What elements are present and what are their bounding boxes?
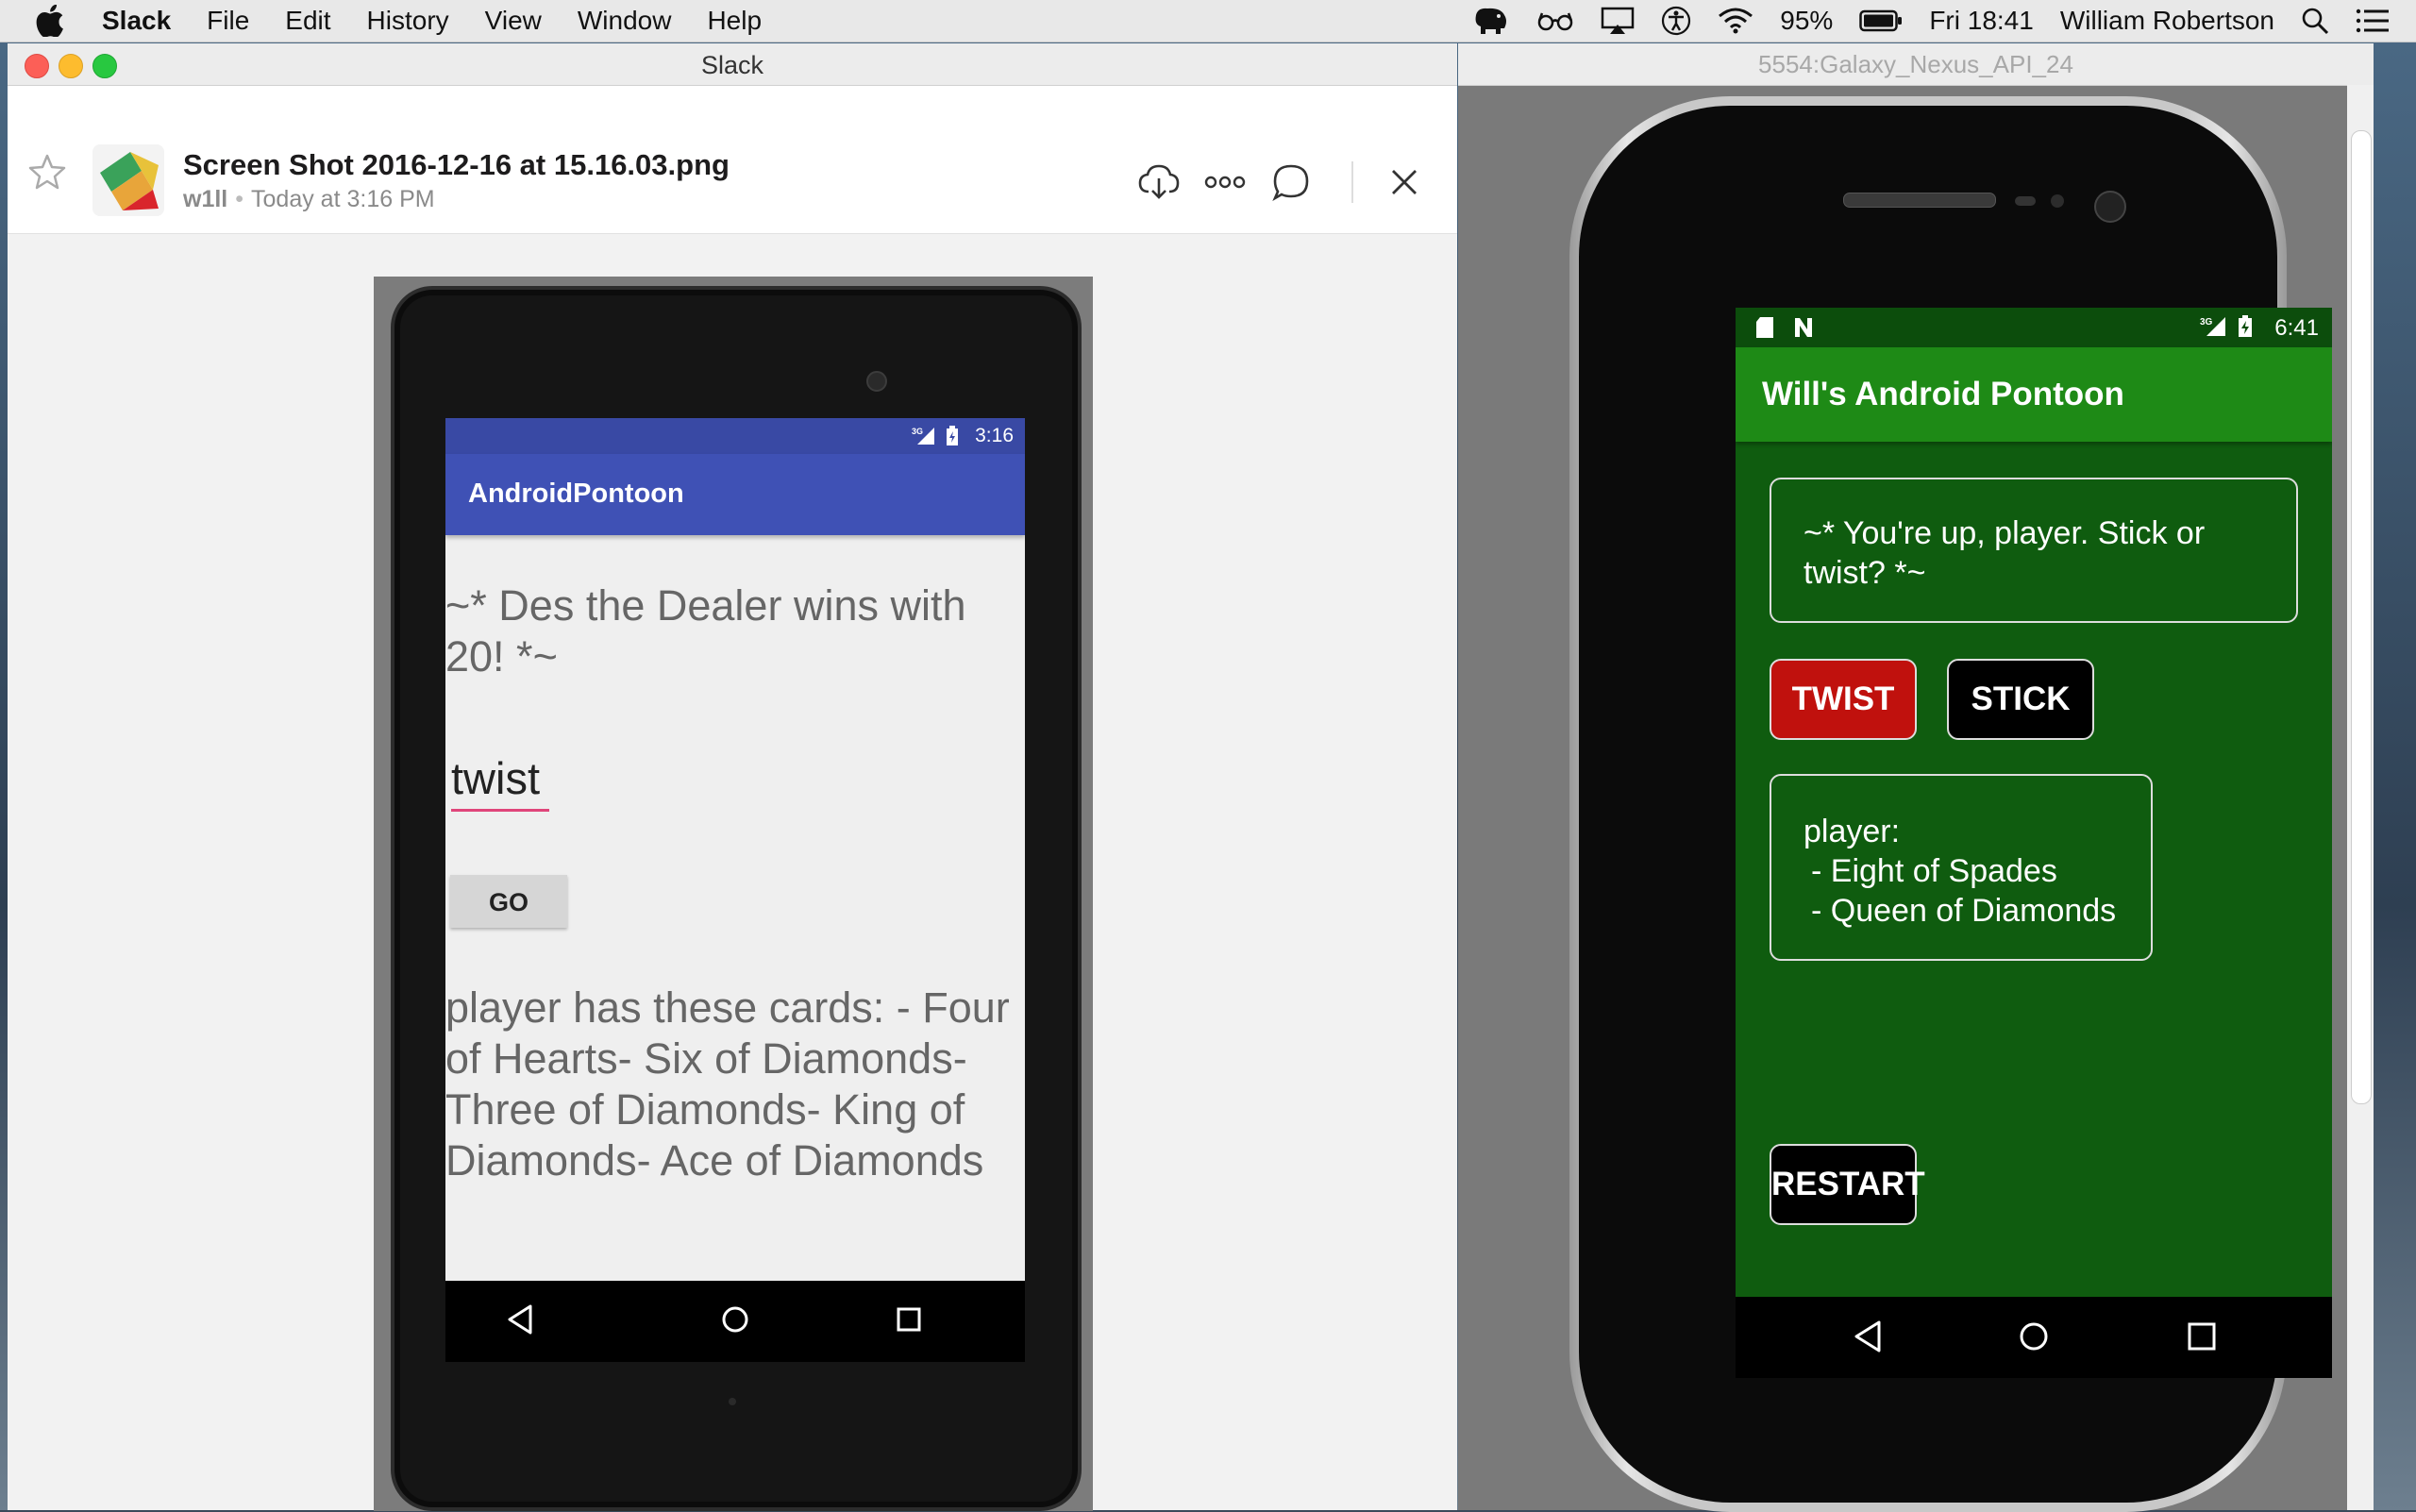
battery-icon[interactable]	[1859, 9, 1903, 32]
app-title: AndroidPontoon	[468, 479, 684, 509]
menu-app-slack[interactable]: Slack	[102, 6, 171, 36]
file-meta: w1ll • Today at 3:16 PM	[183, 186, 435, 213]
hand-player-label: player:	[1804, 814, 1901, 849]
file-thumbnail-icon	[92, 144, 164, 216]
file-name: Screen Shot 2016-12-16 at 15.16.03.png	[183, 148, 730, 181]
recents-icon[interactable]	[2185, 1319, 2219, 1358]
emulator-nav-bar	[1736, 1297, 2332, 1378]
comment-bubble-icon	[1272, 164, 1309, 201]
emulator-status-bar: 3G 6:41	[1736, 308, 2332, 347]
menu-user-name[interactable]: William Robertson	[2060, 6, 2274, 36]
header-divider	[1351, 161, 1353, 203]
menu-file[interactable]: File	[207, 6, 249, 36]
menu-window[interactable]: Window	[578, 6, 672, 36]
glasses-icon[interactable]	[1536, 9, 1574, 32]
spotlight-search-icon[interactable]	[2301, 7, 2329, 35]
more-actions-button[interactable]	[1202, 160, 1248, 205]
back-icon[interactable]	[1853, 1319, 1883, 1358]
player-cards-text: player has these cards: - Four of Hearts…	[445, 983, 1010, 1184]
signal-3g-icon: 3G	[912, 426, 938, 452]
hand-card: - Queen of Diamonds	[1811, 893, 2117, 929]
emulator-status-time: 6:41	[2274, 315, 2319, 341]
home-icon[interactable]	[719, 1303, 751, 1340]
svg-text:3G: 3G	[912, 427, 923, 436]
status-time: 3:16	[975, 425, 1014, 446]
file-timestamp[interactable]: Today at 3:16 PM	[251, 186, 435, 212]
emulator-scrollbar[interactable]	[2347, 85, 2374, 1510]
star-icon[interactable]	[28, 154, 66, 194]
recents-icon[interactable]	[893, 1303, 925, 1340]
svg-text:3G: 3G	[2200, 317, 2213, 328]
front-camera	[866, 371, 887, 392]
signal-3g-icon: 3G	[2200, 315, 2228, 344]
close-preview-button[interactable]	[1382, 160, 1427, 205]
device-mic	[729, 1398, 736, 1405]
file-header: Screen Shot 2016-12-16 at 15.16.03.png w…	[8, 86, 1457, 235]
notification-n-icon	[1792, 316, 1815, 345]
pontoon-app-bar: Will's Android Pontoon	[1736, 347, 2332, 442]
evernote-elephant-icon[interactable]	[1472, 6, 1510, 36]
menu-help[interactable]: Help	[707, 6, 762, 36]
hand-card: - Eight of Spades	[1811, 853, 2057, 889]
back-icon[interactable]	[506, 1303, 534, 1340]
earpiece-speaker	[1843, 193, 1996, 208]
android-status-bar: 3G 3:16	[445, 418, 1025, 454]
more-icon	[1204, 176, 1246, 189]
file-uploader[interactable]: w1ll	[183, 186, 227, 212]
meta-separator: •	[235, 186, 244, 212]
slack-title-bar: Slack	[8, 43, 1457, 86]
galaxy-nexus-device: 3G 6:41 Will's Android Pontoon ~* You're…	[1569, 96, 2332, 1512]
screenshot-image[interactable]: 3G 3:16 AndroidPontoon ~* Des the Dealer…	[374, 277, 1093, 1511]
menu-clock[interactable]: Fri 18:41	[1929, 6, 2034, 36]
menu-view[interactable]: View	[485, 6, 542, 36]
download-button[interactable]	[1136, 160, 1182, 205]
proximity-sensor	[2015, 196, 2036, 206]
slack-window: Slack Screen Shot 2016-12-16 at 15.16.03…	[8, 43, 1457, 1511]
menu-edit[interactable]: Edit	[285, 6, 330, 36]
pontoon-app-title: Will's Android Pontoon	[1762, 376, 2124, 412]
scroll-thumb[interactable]	[2351, 130, 2372, 1104]
apple-icon[interactable]	[36, 5, 74, 37]
home-icon[interactable]	[2017, 1319, 2051, 1358]
menu-history[interactable]: History	[367, 6, 449, 36]
light-sensor	[2051, 194, 2064, 208]
notification-center-icon[interactable]	[2356, 8, 2390, 34]
input-underline	[451, 809, 549, 812]
android-screen: 3G 3:16 AndroidPontoon ~* Des the Dealer…	[445, 418, 1025, 1362]
game-message: ~* Des the Dealer wins with 20! *~	[445, 581, 966, 680]
emulator-window: 5554:Galaxy_Nexus_API_24 3G 6:41 Will's …	[1458, 43, 2374, 1512]
accessibility-icon[interactable]	[1661, 6, 1691, 36]
wifi-icon[interactable]	[1718, 8, 1753, 34]
android-nav-bar	[445, 1281, 1025, 1362]
menu-bar: Slack File Edit History View Window Help…	[0, 0, 2416, 42]
player-hand-box: player: - Eight of Spades - Queen of Dia…	[1770, 774, 2153, 961]
close-icon	[1392, 170, 1417, 194]
emulator-screen: 3G 6:41 Will's Android Pontoon ~* You're…	[1736, 308, 2332, 1297]
restart-button[interactable]: RESTART	[1770, 1144, 1925, 1225]
game-status-box: ~* You're up, player. Stick or twist? *~	[1770, 478, 2298, 623]
stick-button[interactable]: STICK	[1947, 659, 2094, 740]
battery-charging-icon	[2238, 315, 2253, 344]
cloud-download-icon	[1138, 164, 1180, 199]
airplay-icon[interactable]	[1601, 7, 1635, 35]
image-preview-area: 3G 3:16 AndroidPontoon ~* Des the Dealer…	[8, 234, 1457, 1511]
twist-button[interactable]: TWIST	[1770, 659, 1917, 740]
command-input[interactable]: twist	[451, 752, 540, 804]
sd-card-icon	[1754, 316, 1775, 345]
go-button[interactable]: GO	[450, 875, 567, 928]
battery-percentage: 95%	[1780, 6, 1834, 35]
comment-button[interactable]	[1268, 160, 1314, 205]
app-bar: AndroidPontoon	[445, 454, 1025, 535]
emulator-title: 5554:Galaxy_Nexus_API_24	[1458, 43, 2374, 86]
battery-charging-icon	[946, 426, 959, 452]
front-camera-lens	[2094, 191, 2126, 223]
window-title: Slack	[700, 51, 764, 79]
